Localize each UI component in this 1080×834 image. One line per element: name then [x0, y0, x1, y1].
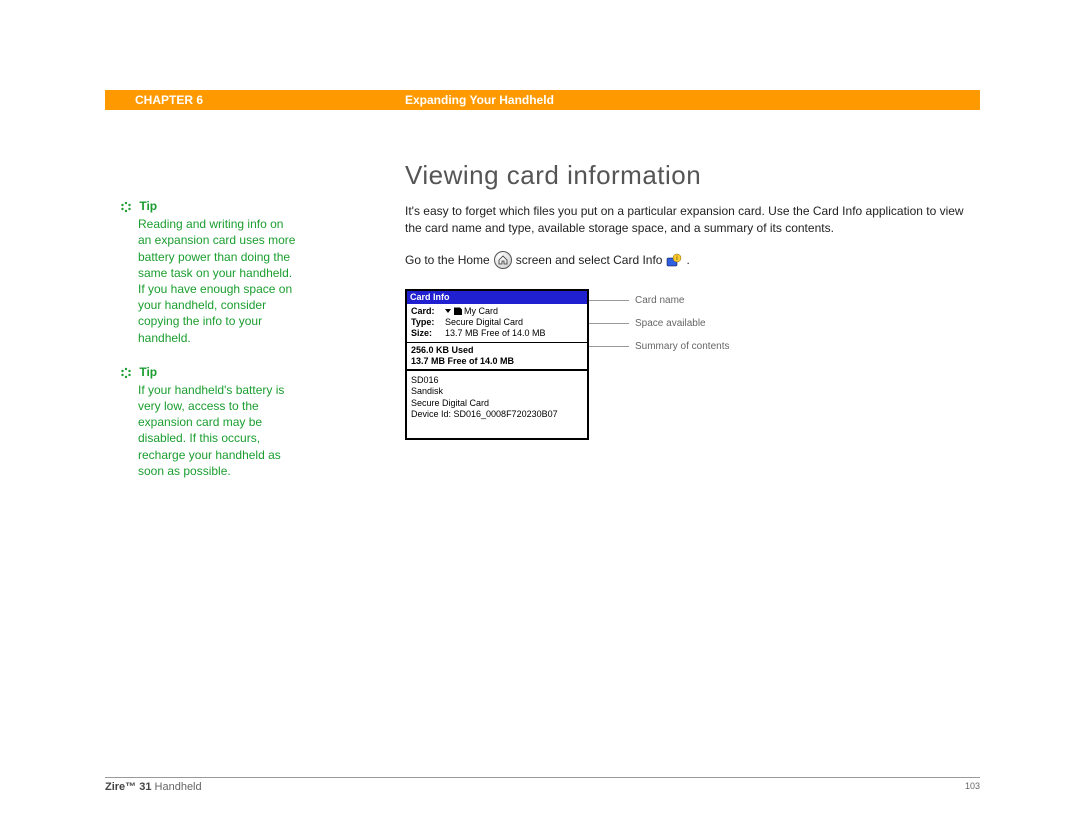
detail-line-3: Secure Digital Card — [411, 398, 583, 409]
sd-card-icon — [454, 307, 462, 315]
goto-text-post: . — [686, 253, 689, 267]
chapter-section: Expanding Your Handheld — [405, 93, 554, 107]
cardinfo-title-bar: Card Info — [407, 291, 587, 304]
tip-label: Tip — [139, 365, 157, 379]
tip-body-2: If your handheld's battery is very low, … — [120, 382, 300, 479]
callout-summary: Summary of contents — [589, 341, 729, 352]
detail-line-2: Sandisk — [411, 386, 583, 397]
cardinfo-card-row: Card: My Card — [411, 306, 583, 317]
goto-text-mid: screen and select Card Info — [516, 253, 663, 267]
tip-block-2: Tip If your handheld's battery is very l… — [120, 364, 300, 479]
tips-sidebar: Tip Reading and writing info on an expan… — [120, 198, 300, 497]
tip-label: Tip — [139, 199, 157, 213]
main-content: Viewing card information It's easy to fo… — [405, 160, 980, 440]
home-icon — [494, 251, 512, 269]
card-info-screenshot: Card Info Card: My Card Type: Secure Dig… — [405, 289, 589, 441]
chapter-header: CHAPTER 6 Expanding Your Handheld — [105, 90, 980, 110]
asterisk-icon — [120, 201, 132, 213]
type-label: Type: — [411, 317, 441, 328]
callout-card-name: Card name — [589, 295, 729, 306]
callout-text: Summary of contents — [635, 341, 729, 352]
tip-block-1: Tip Reading and writing info on an expan… — [120, 198, 300, 346]
kb-used: 256.0 KB Used — [411, 345, 583, 356]
detail-line-4: Device Id: SD016_0008F720230B07 — [411, 409, 583, 420]
card-label: Card: — [411, 306, 441, 317]
callout-text: Card name — [635, 295, 684, 306]
tip-body-1: Reading and writing info on an expansion… — [120, 216, 300, 346]
page-heading: Viewing card information — [405, 160, 980, 191]
callout-labels: Card name Space available Summary of con… — [589, 289, 729, 364]
callout-space: Space available — [589, 318, 729, 329]
footer-product-bold: Zire™ 31 — [105, 781, 151, 793]
goto-text-pre: Go to the Home — [405, 253, 490, 267]
cardinfo-size-row: Size: 13.7 MB Free of 14.0 MB — [411, 328, 583, 339]
card-dropdown: My Card — [445, 306, 498, 317]
detail-line-1: SD016 — [411, 375, 583, 386]
footer-product-rest: Handheld — [151, 781, 201, 793]
type-value: Secure Digital Card — [445, 317, 523, 328]
card-info-icon: i — [666, 252, 682, 268]
footer-product: Zire™ 31 Handheld — [105, 781, 202, 793]
mb-free: 13.7 MB Free of 14.0 MB — [411, 356, 583, 367]
page-footer: Zire™ 31 Handheld 103 — [105, 777, 980, 793]
callout-text: Space available — [635, 318, 706, 329]
size-value: 13.7 MB Free of 14.0 MB — [445, 328, 546, 339]
card-value: My Card — [464, 306, 498, 316]
chevron-down-icon — [445, 309, 451, 313]
page-number: 103 — [965, 781, 980, 793]
intro-paragraph: It's easy to forget which files you put … — [405, 203, 980, 237]
asterisk-icon — [120, 367, 132, 379]
chapter-number: CHAPTER 6 — [135, 93, 203, 107]
cardinfo-type-row: Type: Secure Digital Card — [411, 317, 583, 328]
size-label: Size: — [411, 328, 441, 339]
goto-instruction: Go to the Home screen and select Card In… — [405, 251, 980, 269]
